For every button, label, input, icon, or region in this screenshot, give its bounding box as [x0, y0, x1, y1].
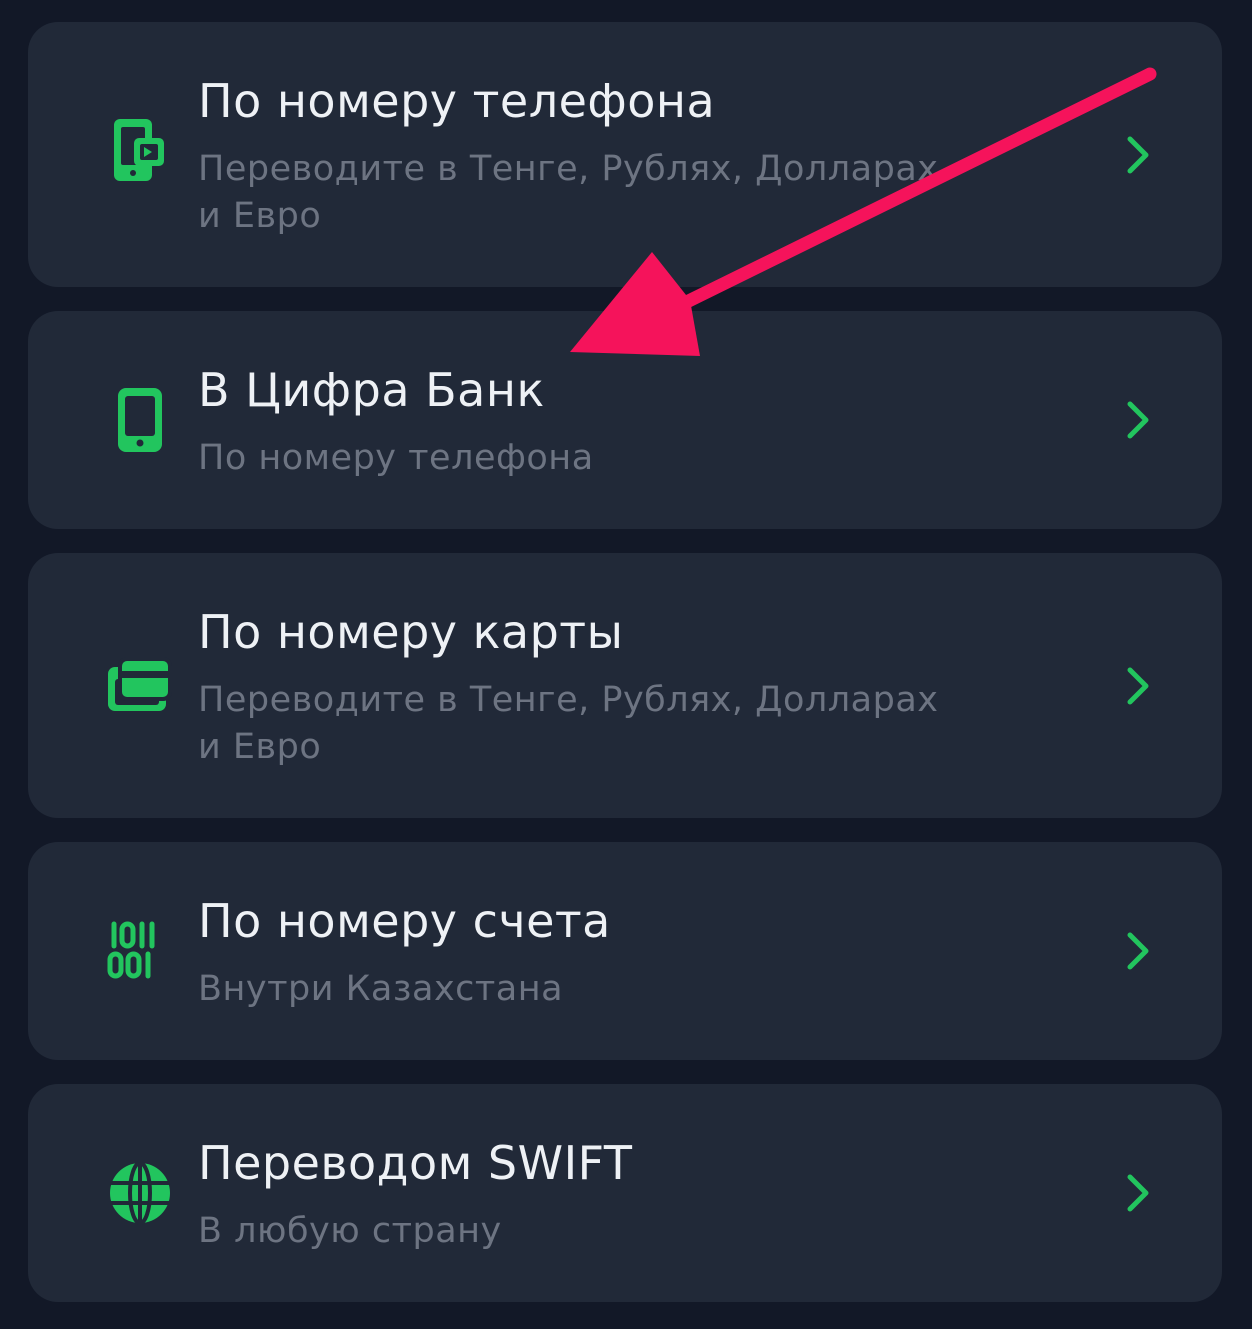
- transfer-option-cifra-bank[interactable]: В Цифра Банк По номеру телефона: [28, 311, 1222, 529]
- transfer-option-card[interactable]: По номеру карты Переводите в Тенге, Рубл…: [28, 553, 1222, 818]
- option-subtitle: Переводите в Тенге, Рублях, Долларах и Е…: [198, 149, 939, 236]
- smartphone-icon: [104, 384, 176, 456]
- transfer-option-phone[interactable]: По номеру телефона Переводите в Тенге, Р…: [28, 22, 1222, 287]
- option-title: По номеру карты: [198, 605, 624, 659]
- card-icon: [104, 649, 176, 721]
- option-subtitle: Внутри Казахстана: [198, 969, 564, 1009]
- transfer-option-swift[interactable]: Переводом SWIFT В любую страну: [28, 1084, 1222, 1302]
- chevron-right-icon: [1118, 135, 1158, 175]
- binary-icon: [104, 914, 176, 986]
- option-title: В Цифра Банк: [198, 363, 545, 417]
- chevron-right-icon: [1118, 1173, 1158, 1213]
- option-title: По номеру счета: [198, 894, 611, 948]
- option-title: По номеру телефона: [198, 74, 716, 128]
- globe-icon: [104, 1157, 176, 1229]
- chevron-right-icon: [1118, 400, 1158, 440]
- option-title: Переводом SWIFT: [198, 1136, 633, 1190]
- transfer-option-account[interactable]: По номеру счета Внутри Казахстана: [28, 842, 1222, 1060]
- chevron-right-icon: [1118, 666, 1158, 706]
- phone-transfer-icon: [104, 116, 176, 188]
- option-subtitle: Переводите в Тенге, Рублях, Долларах и Е…: [198, 680, 939, 767]
- option-subtitle: В любую страну: [198, 1211, 502, 1251]
- option-subtitle: По номеру телефона: [198, 438, 594, 478]
- chevron-right-icon: [1118, 931, 1158, 971]
